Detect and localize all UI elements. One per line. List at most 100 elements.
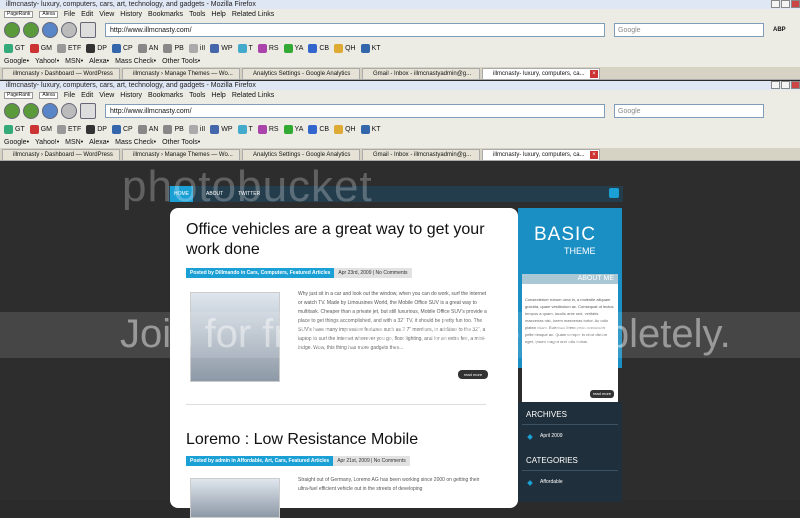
menu-file[interactable]: File (64, 92, 75, 99)
minimize-icon[interactable] (771, 81, 780, 89)
bookmark-google[interactable]: Google• (4, 139, 29, 146)
menu-file[interactable]: File (64, 11, 75, 18)
toolbar-item-qh[interactable]: QH (334, 124, 356, 134)
menu-edit[interactable]: Edit (81, 11, 93, 18)
toolbar-item-t[interactable]: T (237, 124, 253, 134)
category-link[interactable]: Affordable (540, 479, 563, 485)
toolbar-item-an[interactable]: AN (137, 124, 158, 134)
toolbar-item-gt[interactable]: GT (4, 43, 25, 53)
url-field[interactable]: http://www.illmcnasty.com/ (105, 23, 605, 37)
menu-tools[interactable]: Tools (189, 11, 205, 18)
reload-icon[interactable] (42, 22, 58, 38)
toolbar-item-gm[interactable]: GM (29, 43, 52, 53)
toolbar-item-cp[interactable]: CP (111, 124, 133, 134)
bookmark-msn[interactable]: MSN• (65, 58, 83, 65)
pagerank-widget[interactable]: PageRank (4, 92, 34, 99)
toolbar-item-t[interactable]: T (237, 43, 253, 53)
menu-history[interactable]: History (120, 11, 142, 18)
toolbar-item-cb[interactable]: CB (308, 43, 329, 53)
toolbar-item-wp[interactable]: WP (210, 43, 233, 53)
tab-illmcnasty[interactable]: illmcnasty- luxury, computers, ca... × (482, 68, 600, 79)
post-author[interactable]: Posted by Dillmando in Cars, Computers, … (186, 268, 335, 278)
bookmark-yahoo[interactable]: Yahoo!• (35, 58, 59, 65)
close-icon[interactable] (791, 81, 800, 89)
tab-analytics[interactable]: Analytics Settings - Google Analytics (242, 68, 360, 79)
toolbar-item-etf[interactable]: ETF (57, 43, 81, 53)
search-input[interactable]: Google (614, 104, 764, 118)
maximize-icon[interactable] (781, 81, 790, 89)
bookmark-other-tools[interactable]: Other Tools• (162, 58, 200, 65)
tab-gmail[interactable]: Gmail - Inbox - illmcnastyadmin@g... (362, 149, 480, 160)
post-thumbnail[interactable] (190, 478, 280, 518)
toolbar-item-qh[interactable]: QH (334, 43, 356, 53)
alexa-widget[interactable]: Alexa (39, 92, 58, 99)
pagerank-widget[interactable]: PageRank (4, 11, 34, 18)
nav-about[interactable]: ABOUT (202, 186, 227, 202)
home-icon[interactable] (80, 22, 96, 38)
stop-icon[interactable] (61, 22, 77, 38)
rss-icon[interactable] (609, 188, 619, 198)
post-thumbnail[interactable] (190, 292, 280, 382)
bookmark-mass-check[interactable]: Mass Check• (115, 58, 156, 65)
tab-manage-themes[interactable]: illmcnasty › Manage Themes — Wo... (122, 149, 240, 160)
menu-edit[interactable]: Edit (81, 92, 93, 99)
tab-illmcnasty[interactable]: illmcnasty- luxury, computers, ca... × (482, 149, 600, 160)
toolbar-item-gt[interactable]: GT (4, 124, 25, 134)
stop-icon[interactable] (61, 103, 77, 119)
toolbar-item-kt[interactable]: KT (360, 43, 381, 53)
bookmark-other-tools[interactable]: Other Tools• (162, 139, 200, 146)
nav-twitter[interactable]: TWITTER (234, 186, 264, 202)
tab-dashboard[interactable]: illmcnasty › Dashboard — WordPress (2, 68, 120, 79)
menu-tools[interactable]: Tools (189, 92, 205, 99)
logo-title[interactable]: BASIC (534, 224, 596, 246)
forward-icon[interactable] (23, 103, 39, 119)
post-author[interactable]: Posted by admin in Affordable, Art, Cars… (186, 456, 334, 466)
toolbar-item-ya[interactable]: YA (283, 43, 303, 53)
toolbar-item-rs[interactable]: RS (257, 43, 279, 53)
back-icon[interactable] (4, 103, 20, 119)
forward-icon[interactable] (23, 22, 39, 38)
toolbar-item-cb[interactable]: CB (308, 124, 329, 134)
menu-bookmarks[interactable]: Bookmarks (148, 11, 183, 18)
minimize-icon[interactable] (771, 0, 780, 8)
toolbar-item-pb[interactable]: PB (163, 43, 184, 53)
tab-close-icon[interactable]: × (590, 70, 598, 78)
toolbar-item-iii[interactable]: iII (188, 43, 205, 53)
archive-link[interactable]: April 2009 (540, 433, 563, 439)
toolbar-item-dp[interactable]: DP (86, 124, 107, 134)
post-title[interactable]: Loremo : Low Resistance Mobile (186, 430, 486, 450)
menu-view[interactable]: View (99, 92, 114, 99)
tab-analytics[interactable]: Analytics Settings - Google Analytics (242, 149, 360, 160)
home-icon[interactable] (80, 103, 96, 119)
menu-history[interactable]: History (120, 92, 142, 99)
close-icon[interactable] (791, 0, 800, 8)
toolbar-item-rs[interactable]: RS (257, 124, 279, 134)
menu-bookmarks[interactable]: Bookmarks (148, 92, 183, 99)
bookmark-alexa[interactable]: Alexa• (89, 58, 109, 65)
tab-manage-themes[interactable]: illmcnasty › Manage Themes — Wo... (122, 68, 240, 79)
tab-close-icon[interactable]: × (590, 151, 598, 159)
menu-view[interactable]: View (99, 11, 114, 18)
toolbar-item-kt[interactable]: KT (360, 124, 381, 134)
bookmark-yahoo[interactable]: Yahoo!• (35, 139, 59, 146)
toolbar-item-an[interactable]: AN (137, 43, 158, 53)
reload-icon[interactable] (42, 103, 58, 119)
bookmark-msn[interactable]: MSN• (65, 139, 83, 146)
toolbar-item-cp[interactable]: CP (111, 43, 133, 53)
toolbar-item-etf[interactable]: ETF (57, 124, 81, 134)
alexa-widget[interactable]: Alexa (39, 11, 58, 18)
abp-button[interactable]: ABP (773, 27, 786, 33)
menu-help[interactable]: Help (211, 92, 225, 99)
post-title[interactable]: Office vehicles are a great way to get y… (186, 220, 486, 260)
search-input[interactable]: Google (614, 23, 764, 37)
read-more-button[interactable]: read more (458, 370, 488, 379)
menu-related-links[interactable]: Related Links (232, 11, 274, 18)
toolbar-item-pb[interactable]: PB (163, 124, 184, 134)
toolbar-item-wp[interactable]: WP (210, 124, 233, 134)
bookmark-alexa[interactable]: Alexa• (89, 139, 109, 146)
bookmark-mass-check[interactable]: Mass Check• (115, 139, 156, 146)
toolbar-item-dp[interactable]: DP (86, 43, 107, 53)
toolbar-item-gm[interactable]: GM (29, 124, 52, 134)
menu-related-links[interactable]: Related Links (232, 92, 274, 99)
tab-gmail[interactable]: Gmail - Inbox - illmcnastyadmin@g... (362, 68, 480, 79)
